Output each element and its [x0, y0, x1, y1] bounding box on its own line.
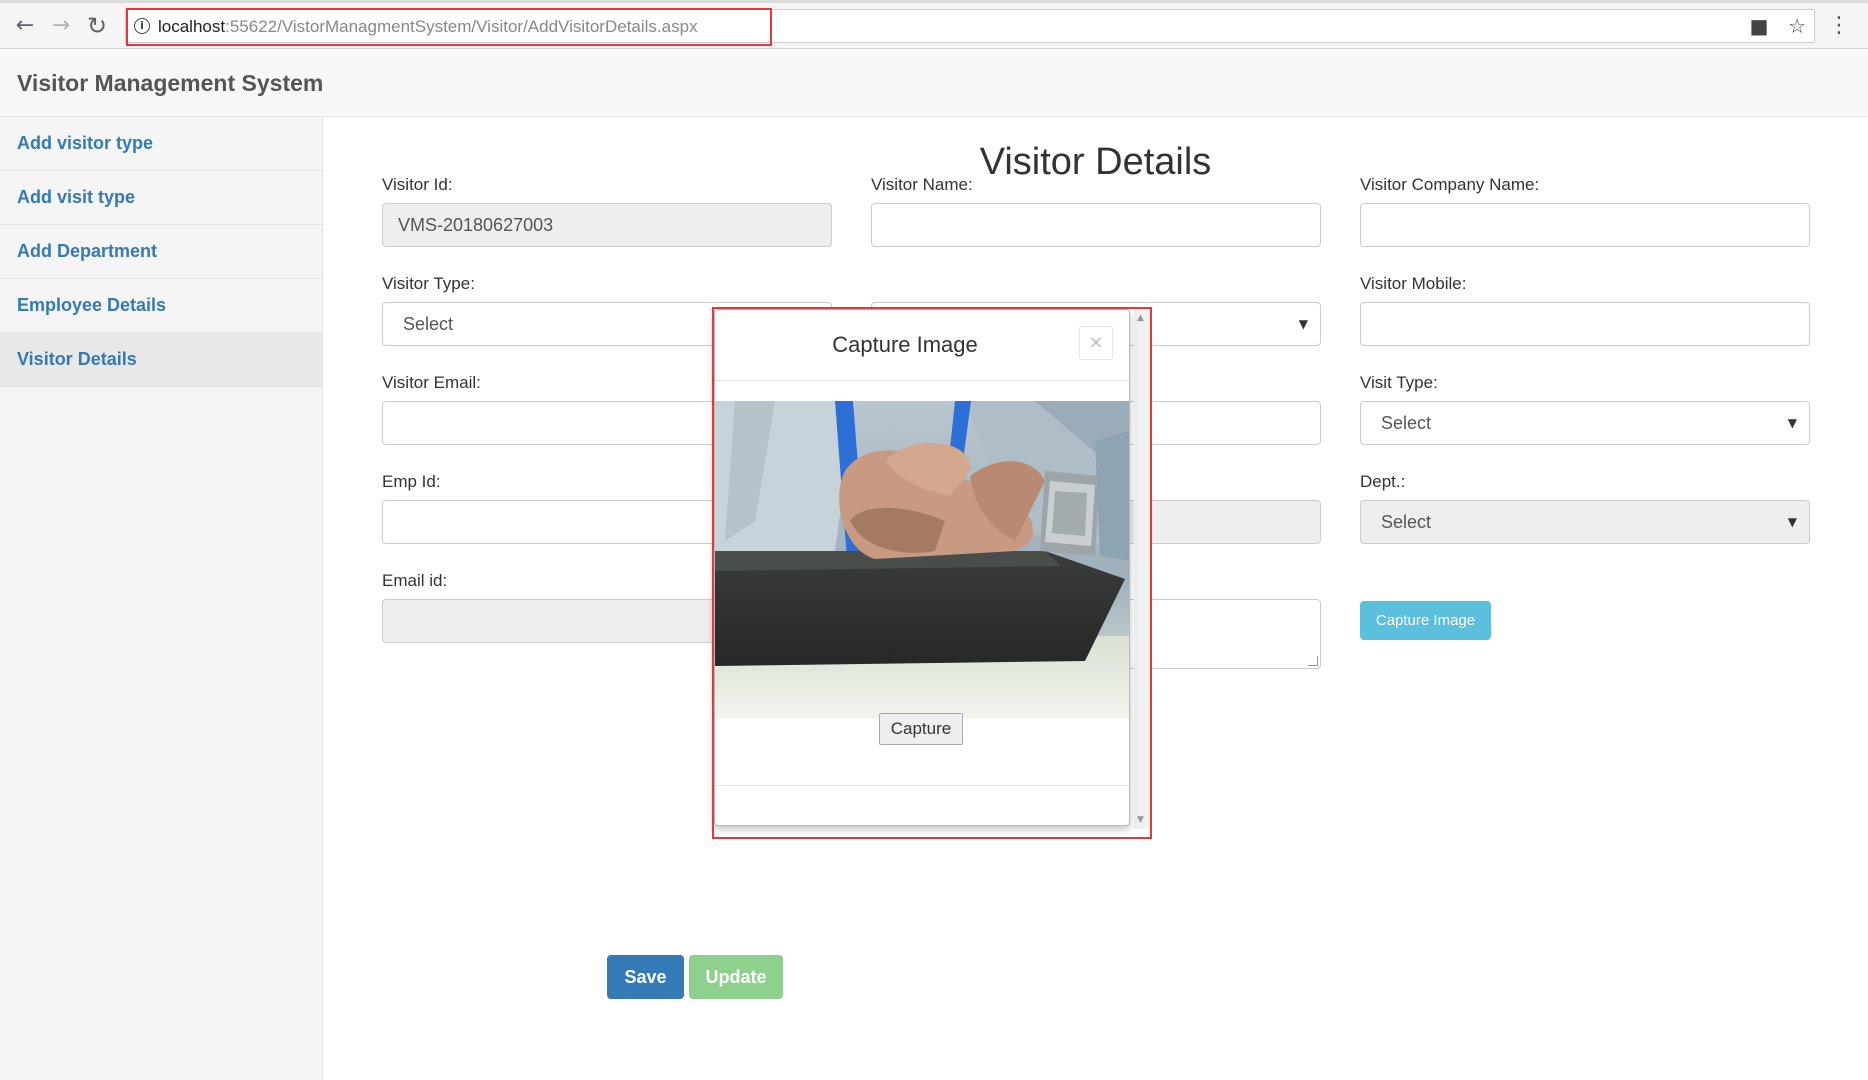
dept-label: Dept.: [1360, 472, 1406, 491]
visitor-id-group: Visitor Id: VMS-20180627003 [382, 175, 832, 247]
sidebar-item-add-visitor-type[interactable]: Add visitor type [0, 117, 322, 171]
sidebar-item-add-department[interactable]: Add Department [0, 225, 322, 279]
dept-select[interactable]: Select ▼ [1360, 500, 1810, 544]
visitor-name-group: Visitor Name: [871, 175, 1321, 247]
visit-type-label: Visit Type: [1360, 373, 1438, 392]
visitor-company-input[interactable] [1360, 203, 1810, 247]
reload-icon[interactable]: ↻ [84, 13, 110, 39]
resize-grip-icon[interactable] [1308, 656, 1318, 666]
visitor-mobile-label: Visitor Mobile: [1360, 274, 1467, 293]
visit-type-group: Visit Type: Select ▼ [1360, 373, 1810, 445]
browser-toolbar: ← → ↻ i localhost:55622/VistorManagmentS… [0, 3, 1868, 49]
sidebar-item-add-visit-type[interactable]: Add visit type [0, 171, 322, 225]
visitor-type-label: Visitor Type: [382, 274, 475, 293]
bookmark-star-icon[interactable]: ☆ [1788, 14, 1806, 38]
app-brand[interactable]: Visitor Management System [17, 70, 323, 97]
visitor-mobile-group: Visitor Mobile: [1360, 274, 1810, 346]
visitor-company-group: Visitor Company Name: [1360, 175, 1810, 247]
browser-menu-icon[interactable]: ⋮ [1828, 15, 1850, 37]
camera-icon[interactable]: ■ [1750, 14, 1769, 38]
visitor-name-input[interactable] [871, 203, 1321, 247]
visitor-id-input[interactable]: VMS-20180627003 [382, 203, 832, 247]
chevron-down-icon: ▼ [1298, 317, 1308, 331]
visit-type-select[interactable]: Select ▼ [1360, 401, 1810, 445]
visitor-id-label: Visitor Id: [382, 175, 453, 194]
app-navbar: Visitor Management System [0, 50, 1868, 117]
visit-type-value: Select [1381, 413, 1432, 433]
dept-value: Select [1381, 512, 1432, 532]
sidebar: Add visitor type Add visit type Add Depa… [0, 117, 323, 1080]
modal-highlight-box [712, 307, 1152, 839]
visitor-name-label: Visitor Name: [871, 175, 973, 194]
dept-group: Dept.: Select ▼ [1360, 472, 1810, 544]
update-button[interactable]: Update [689, 955, 783, 999]
sidebar-item-visitor-details[interactable]: Visitor Details [0, 333, 322, 387]
save-button[interactable]: Save [607, 955, 684, 999]
address-bar[interactable]: i localhost:55622/VistorManagmentSystem/… [125, 8, 1815, 46]
url-highlight-box [126, 8, 772, 46]
visitor-mobile-input[interactable] [1360, 302, 1810, 346]
back-icon[interactable]: ← [12, 13, 38, 39]
visitor-company-label: Visitor Company Name: [1360, 175, 1540, 194]
visitor-type-value: Select [403, 314, 454, 334]
chevron-down-icon: ▼ [1787, 416, 1797, 430]
capture-image-button[interactable]: Capture Image [1360, 601, 1491, 640]
chevron-down-icon: ▼ [1787, 515, 1797, 529]
sidebar-item-employee-details[interactable]: Employee Details [0, 279, 322, 333]
forward-icon[interactable]: → [48, 13, 74, 39]
